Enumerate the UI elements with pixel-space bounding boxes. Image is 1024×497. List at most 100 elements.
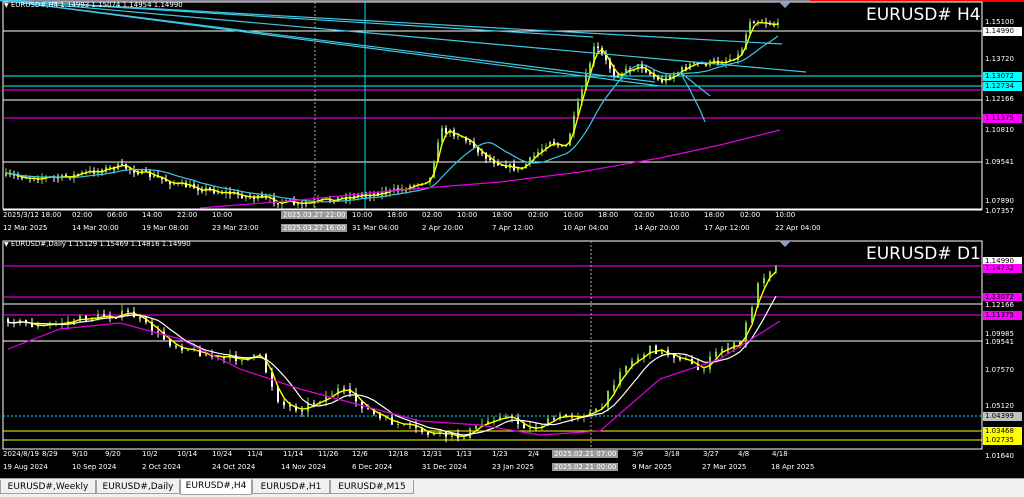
time-label: 31 Dec 2024 (422, 463, 467, 471)
candle-body (655, 345, 657, 354)
tab-m15[interactable]: EURUSD#,M15 (330, 480, 414, 494)
time-label: 3/27 (703, 450, 719, 458)
price-label: 1.12166 (983, 301, 1022, 310)
ma-fast-line (7, 271, 777, 438)
d1-symbol-title: EURUSD# D1 (866, 244, 981, 264)
time-label: 10:00 (669, 211, 690, 219)
time-label: 3/9 (632, 450, 644, 458)
time-label: 2025.02.21 07:00 (552, 450, 619, 458)
shift-marker-icon (779, 241, 791, 247)
ma-slow-line (7, 320, 781, 436)
price-label: 1.04399 (983, 412, 1022, 421)
projection-curve (679, 71, 706, 123)
candle-body (475, 425, 477, 429)
time-label: 19 Mar 08:00 (142, 224, 189, 232)
time-label: 10:00 (457, 211, 478, 219)
time-label: 02:00 (740, 211, 761, 219)
candle-body (721, 348, 723, 352)
price-label: 1.07357 (983, 207, 1022, 216)
time-label: 1/13 (456, 450, 472, 458)
candle-body (529, 427, 531, 429)
time-label: 10/14 (177, 450, 198, 458)
candle-body (265, 354, 267, 373)
time-label: 10 Sep 2024 (72, 463, 117, 471)
tab-daily[interactable]: EURUSD#,Daily (96, 480, 180, 494)
time-label: 02:00 (634, 211, 655, 219)
time-label: 4/8 (738, 450, 750, 458)
h4-chart-canvas[interactable] (0, 0, 1024, 236)
candle-body (703, 369, 705, 371)
trend-line (0, 0, 807, 73)
candle-body (763, 277, 765, 284)
price-label: 1.09541 (983, 338, 1022, 347)
time-label: 18 Apr 2025 (771, 463, 815, 471)
h4-chart-window[interactable]: ▼ EURUSD#,H4 1.14993 1.15074 1.14954 1.1… (0, 0, 1024, 236)
price-label: 1.07570 (983, 366, 1022, 375)
time-label: 14 Nov 2024 (281, 463, 326, 471)
time-label: 2/4 (528, 450, 540, 458)
d1-chart-window[interactable]: ▼ EURUSD#,Daily 1.15129 1.15469 1.14816 … (0, 239, 1024, 477)
candle-body (109, 166, 111, 168)
time-label: 27 Mar 2025 (702, 463, 747, 471)
time-label: 11/14 (283, 450, 304, 458)
candle-body (441, 128, 443, 143)
time-label: 4/18 (772, 450, 788, 458)
time-label: 18:00 (704, 211, 725, 219)
candle-body (127, 310, 129, 312)
candle-body (313, 403, 315, 405)
h4-symbol-title: EURUSD# H4 (866, 5, 981, 25)
price-label: 1.10810 (983, 126, 1022, 135)
price-label: 1.14732 (983, 264, 1022, 273)
price-label: 1.12734 (983, 82, 1022, 91)
candle-body (457, 136, 459, 138)
time-label: 6 Dec 2024 (352, 463, 393, 471)
price-label: 1.02735 (983, 436, 1022, 445)
time-label: 2024/8/19 (3, 450, 39, 458)
time-label: 18:00 (387, 211, 408, 219)
candle-body (367, 408, 369, 410)
tab-h4[interactable]: EURUSD#,H4 (180, 479, 252, 495)
price-label: 1.15100 (983, 18, 1022, 27)
time-label: 2 Oct 2024 (142, 463, 181, 471)
time-label: 10/2 (142, 450, 158, 458)
time-label: 31 Mar 04:00 (352, 224, 399, 232)
price-label: 1.14990 (983, 27, 1022, 36)
time-label: 22:00 (177, 211, 198, 219)
candle-body (523, 423, 525, 429)
time-label: 9/10 (72, 450, 88, 458)
time-label: 02:00 (422, 211, 443, 219)
candle-body (137, 172, 139, 175)
candle-body (625, 365, 627, 373)
candle-body (745, 322, 747, 345)
candle-body (343, 388, 345, 390)
time-label: 10:00 (563, 211, 584, 219)
candle-body (469, 428, 471, 438)
candle-body (133, 311, 135, 318)
price-label: 1.11375 (983, 114, 1022, 123)
time-label: 2025.03.27 16:00 (281, 224, 348, 232)
tab-weekly[interactable]: EURUSD#,Weekly (0, 480, 96, 494)
candle-body (157, 331, 159, 333)
candle-body (301, 410, 303, 412)
tab-h1[interactable]: EURUSD#,H1 (252, 480, 330, 494)
price-label: 1.09541 (983, 158, 1022, 167)
time-label: 9 Mar 2025 (632, 463, 672, 471)
candle-body (613, 384, 615, 391)
plot-frame (2, 240, 983, 450)
time-label: 02:00 (528, 211, 549, 219)
candle-body (445, 128, 447, 134)
candle-body (397, 424, 399, 426)
price-label: 1.13720 (983, 55, 1022, 64)
candle-body (553, 418, 555, 420)
chart-tab-bar: EURUSD#,Weekly EURUSD#,Daily EURUSD#,H4 … (0, 478, 1024, 497)
candle-body (597, 46, 599, 48)
price-label: 1.01640 (983, 452, 1022, 461)
time-label: 2025.02.21 00:00 (552, 463, 619, 471)
time-label: 22 Apr 04:00 (775, 224, 821, 232)
candle-body (283, 401, 285, 406)
candle-body (505, 416, 507, 418)
candle-body (775, 265, 777, 272)
d1-chart-canvas[interactable] (0, 239, 1024, 477)
time-label: 12/31 (422, 450, 443, 458)
candle-body (733, 342, 735, 350)
